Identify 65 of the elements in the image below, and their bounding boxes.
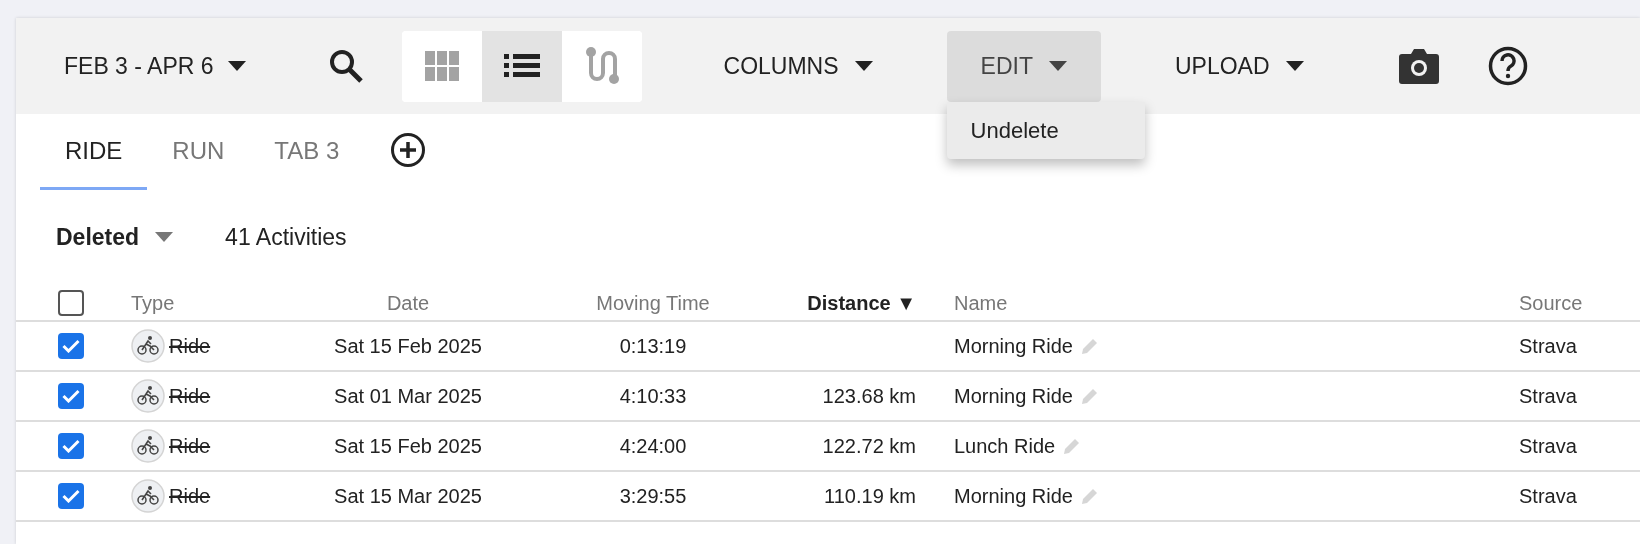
checkbox[interactable] bbox=[58, 383, 84, 409]
checkbox[interactable] bbox=[58, 433, 84, 459]
caret-icon bbox=[227, 61, 246, 71]
table-cell: 110.19 km bbox=[824, 485, 916, 507]
table-cell: 122.72 km bbox=[822, 435, 916, 457]
table-cell-text: Ride bbox=[169, 384, 211, 409]
table-cell: 0:13:19 bbox=[619, 335, 687, 357]
table-cell-text: Morning Ride bbox=[954, 384, 1073, 409]
caret-icon bbox=[854, 61, 873, 71]
column-header[interactable]: Type bbox=[131, 292, 175, 314]
route-icon bbox=[584, 47, 619, 85]
table-cell-text: Morning Ride bbox=[954, 334, 1073, 359]
menu-button[interactable]: COLUMNS bbox=[689, 30, 907, 102]
column-header[interactable]: Moving Time bbox=[596, 292, 710, 314]
column-header[interactable]: Distance ▼ bbox=[807, 292, 916, 314]
caret-icon bbox=[1048, 61, 1067, 71]
checkmark-icon bbox=[62, 389, 80, 403]
table-cell-text: Ride bbox=[169, 434, 211, 459]
menu-button[interactable]: UPLOAD bbox=[1140, 30, 1338, 102]
table-cell: Strava bbox=[1519, 385, 1577, 407]
bicycle-icon bbox=[131, 379, 165, 413]
checkbox[interactable] bbox=[58, 290, 84, 316]
table-cell: Sat 15 Feb 2025 bbox=[334, 335, 482, 357]
table-cell: 4:24:00 bbox=[619, 435, 687, 457]
tab[interactable]: RIDE bbox=[40, 114, 148, 190]
list-icon bbox=[503, 54, 540, 78]
filter-dropdown[interactable]: Deleted bbox=[56, 219, 174, 255]
tab[interactable]: RUN bbox=[147, 114, 250, 190]
column-header[interactable]: Source bbox=[1519, 292, 1583, 314]
view-toggle-button[interactable] bbox=[481, 30, 562, 102]
table-cell: Sat 01 Mar 2025 bbox=[334, 385, 482, 407]
checkmark-icon bbox=[62, 339, 80, 353]
bicycle-icon bbox=[131, 329, 165, 363]
checkmark-icon bbox=[62, 489, 80, 503]
table-cell-text: Morning Ride bbox=[954, 484, 1073, 509]
table-cell: 4:10:33 bbox=[619, 385, 687, 407]
checkbox[interactable] bbox=[58, 483, 84, 509]
menu-button[interactable]: EDIT bbox=[946, 30, 1101, 102]
table-cell: 3:29:55 bbox=[619, 485, 687, 507]
table-cell: Strava bbox=[1519, 335, 1577, 357]
help-icon[interactable] bbox=[1487, 46, 1528, 86]
column-header[interactable]: Name bbox=[954, 292, 1008, 314]
table-cell: Sat 15 Mar 2025 bbox=[334, 485, 482, 507]
table-cell-text: Lunch Ride bbox=[954, 434, 1056, 459]
table-cell: Strava bbox=[1519, 435, 1577, 457]
table-cell-text: Ride bbox=[169, 334, 211, 359]
search-icon[interactable] bbox=[327, 48, 364, 84]
date-range-dropdown[interactable]: FEB 3 - APR 6 bbox=[64, 48, 246, 84]
menu-item[interactable]: Undelete bbox=[946, 111, 1145, 149]
checkbox[interactable] bbox=[58, 333, 84, 359]
caret-icon bbox=[155, 232, 174, 242]
table-cell: Sat 15 Feb 2025 bbox=[334, 435, 482, 457]
table-cell: Strava bbox=[1519, 485, 1577, 507]
caret-icon bbox=[1285, 61, 1304, 71]
column-header[interactable]: Date bbox=[386, 292, 430, 314]
tab[interactable]: TAB 3 bbox=[249, 114, 365, 190]
table-cell-text: Ride bbox=[169, 484, 211, 509]
bicycle-icon bbox=[131, 429, 165, 463]
camera-icon[interactable] bbox=[1397, 48, 1440, 84]
activity-count: 41 Activities bbox=[225, 222, 347, 252]
checkmark-icon bbox=[62, 439, 80, 453]
table-cell: 123.68 km bbox=[822, 385, 916, 407]
bicycle-icon bbox=[131, 479, 165, 513]
grid-icon bbox=[424, 51, 459, 81]
add-tab-icon[interactable] bbox=[390, 132, 427, 168]
